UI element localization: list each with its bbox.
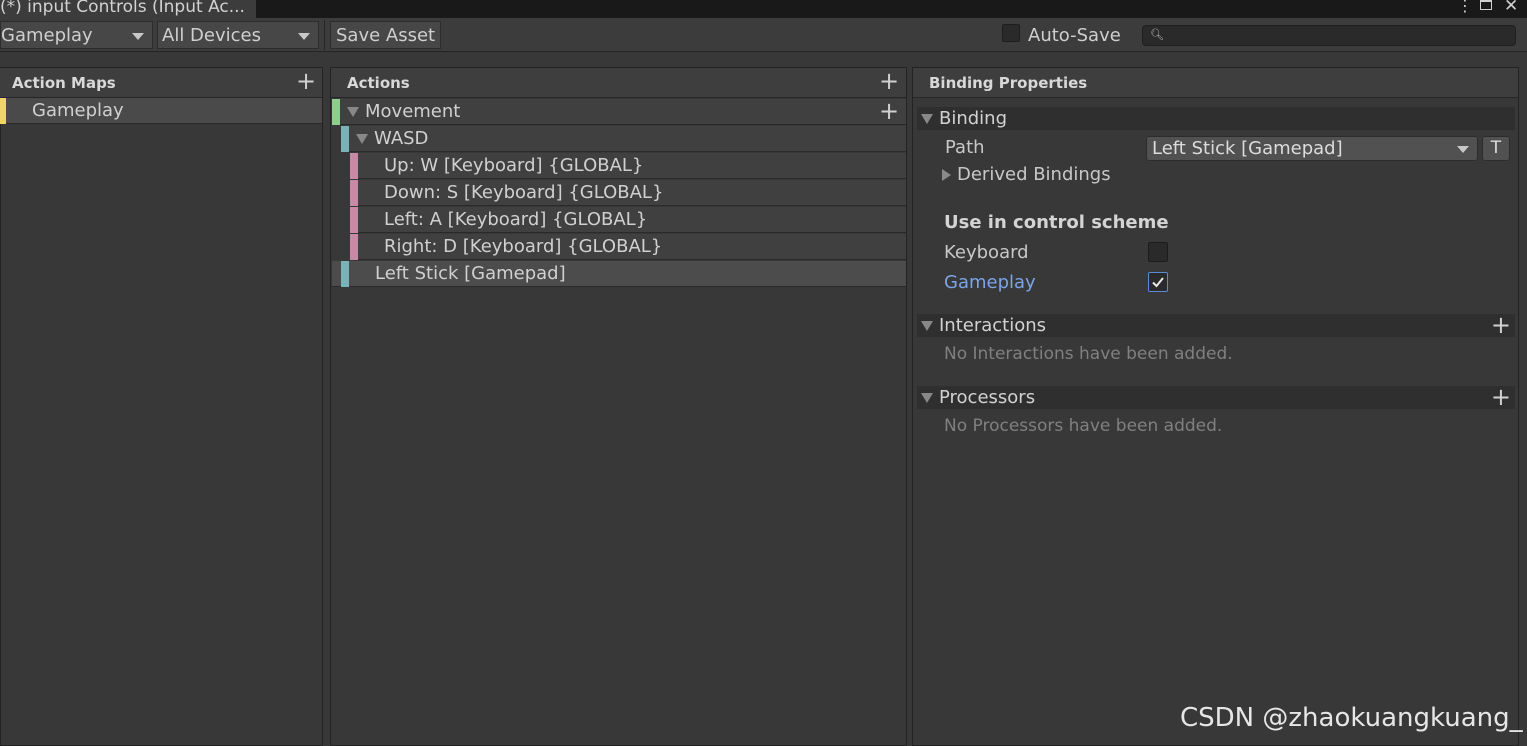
add-interaction-icon[interactable]: + [1491,313,1511,337]
collapse-triangle-icon[interactable] [921,393,933,403]
color-stripe [0,98,6,124]
add-processor-icon[interactable]: + [1491,385,1511,409]
color-stripe [350,153,358,179]
add-action-icon[interactable]: + [879,69,899,93]
watermark: CSDN @zhaokuangkuang_ [1180,703,1523,733]
path-value: Left Stick [Gamepad] [1152,138,1343,159]
window-tab[interactable]: (*) input Controls (Input Ac... [0,0,256,18]
add-action-map-icon[interactable]: + [296,69,316,93]
binding-section-title: Binding [939,108,1008,129]
action-map-label: Gameplay [32,100,124,121]
action-row-content: Movement [347,99,460,125]
add-binding-icon[interactable]: + [879,99,899,123]
binding-properties-title: Binding Properties [929,74,1088,92]
device-dropdown[interactable]: All Devices [157,21,319,49]
scheme-label-keyboard: Keyboard [944,242,1029,263]
interactions-section-header[interactable]: Interactions + [917,313,1515,337]
auto-save-checkbox[interactable] [1002,24,1020,42]
color-stripe [341,261,349,287]
collapse-triangle-icon[interactable] [921,114,933,124]
color-stripe [332,99,340,125]
scheme-checkbox-gameplay[interactable] [1148,272,1168,292]
control-scheme-title: Use in control scheme [944,212,1169,233]
binding-label: Left Stick [Gamepad] [375,263,566,284]
composite-row-wasd[interactable]: WASD [341,126,906,152]
processors-section-title: Processors [939,387,1036,408]
search-icon: 🔍︎ [1150,28,1164,41]
color-stripe [350,207,358,233]
scheme-label-gameplay: Gameplay [944,272,1036,293]
dropdown-arrow-icon [132,33,144,40]
color-stripe [341,126,349,152]
collapse-triangle-icon[interactable] [921,321,933,331]
color-stripe [350,234,358,260]
scheme-checkbox-keyboard[interactable] [1148,242,1168,262]
processors-section-header[interactable]: Processors + [917,385,1515,409]
auto-save-label: Auto-Save [1028,25,1121,46]
binding-section-header[interactable]: Binding [917,107,1515,130]
more-options-icon[interactable]: ⋮ [1457,0,1473,14]
actions-title: Actions [347,74,410,92]
expand-triangle-icon[interactable] [356,134,368,144]
binding-row-selected[interactable]: Left Stick [Gamepad] [332,261,906,287]
composite-row-content: WASD [356,126,428,152]
derived-bindings-foldout[interactable]: Derived Bindings [942,164,1111,185]
dropdown-arrow-icon [298,33,310,40]
checkmark-icon [1152,277,1164,288]
action-maps-title: Action Maps [12,74,116,92]
action-label: Movement [365,101,461,122]
binding-part-row[interactable]: Up: W [Keyboard] {GLOBAL} [350,153,906,179]
save-asset-button[interactable]: Save Asset [330,21,441,49]
binding-part-row[interactable]: Right: D [Keyboard] {GLOBAL} [350,234,906,260]
color-stripe [350,180,358,206]
binding-part-row[interactable]: Left: A [Keyboard] {GLOBAL} [350,207,906,233]
binding-properties-header: Binding Properties [913,68,1518,98]
interactions-section-title: Interactions [939,315,1047,336]
maximize-icon[interactable] [1480,0,1492,10]
action-maps-header: Action Maps [0,68,322,98]
actions-header: Actions [331,68,906,98]
toolbar-divider [324,20,325,50]
action-row-movement[interactable]: Movement + [332,99,906,125]
composite-label: WASD [374,128,429,149]
path-dropdown[interactable]: Left Stick [Gamepad] [1146,136,1478,161]
interactions-empty-text: No Interactions have been added. [944,344,1233,364]
dropdown-arrow-icon [1457,146,1469,153]
binding-part-row[interactable]: Down: S [Keyboard] {GLOBAL} [350,180,906,206]
device-dropdown-value: All Devices [162,25,261,46]
binding-part-label: Left: A [Keyboard] {GLOBAL} [384,209,648,230]
derived-bindings-label: Derived Bindings [957,164,1111,185]
binding-part-label: Down: S [Keyboard] {GLOBAL} [384,182,664,203]
binding-part-label: Up: W [Keyboard] {GLOBAL} [384,155,644,176]
processors-empty-text: No Processors have been added. [944,416,1223,436]
close-icon[interactable]: ✕ [1504,0,1518,15]
action-map-item[interactable]: Gameplay [0,98,322,124]
text-mode-button[interactable]: T [1482,136,1510,161]
action-maps-panel [0,67,323,746]
action-map-dropdown-value: Gameplay [1,25,93,46]
expand-triangle-icon[interactable] [942,169,951,181]
expand-triangle-icon[interactable] [347,107,359,117]
path-label: Path [945,137,985,158]
action-map-dropdown[interactable]: Gameplay [0,21,153,49]
binding-part-label: Right: D [Keyboard] {GLOBAL} [384,236,663,257]
search-input[interactable] [1142,25,1516,46]
